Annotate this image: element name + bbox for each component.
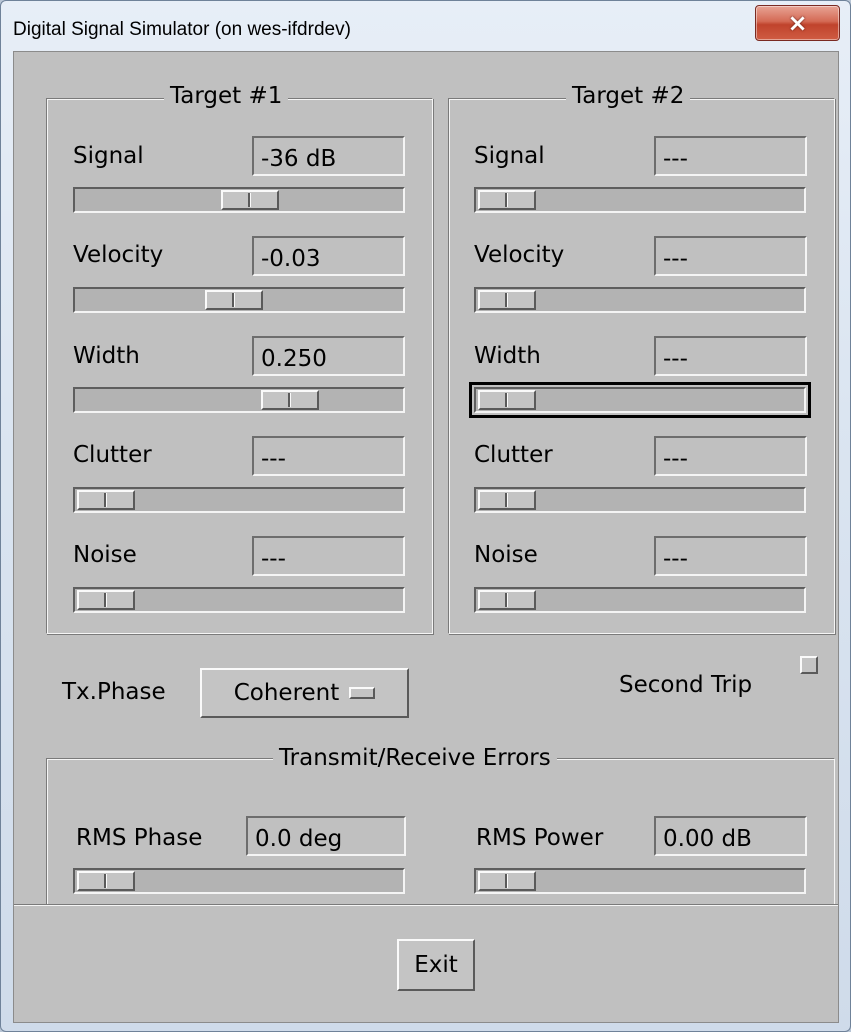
target2-width-label: Width [474,343,541,369]
target1-signal-field[interactable]: -36 dB [252,136,405,176]
second-trip-label: Second Trip [619,672,753,698]
slider-thumb[interactable] [77,490,135,510]
target2-clutter-label: Clutter [474,442,553,468]
slider-thumb[interactable] [205,290,263,310]
target1-title: Target #1 [164,83,289,109]
target1-width-field[interactable]: 0.250 [252,336,405,376]
target1-signal-label: Signal [73,143,144,169]
errors-title: Transmit/Receive Errors [273,745,557,771]
slider-thumb[interactable] [478,190,536,210]
target1-width-slider[interactable] [73,387,405,413]
slider-thumb[interactable] [261,390,319,410]
target2-clutter-field[interactable]: --- [654,436,807,476]
option-menu-indicator-icon [349,687,376,699]
window-title: Digital Signal Simulator (on wes-ifdrdev… [13,19,351,40]
rms-phase-label: RMS Phase [76,825,203,851]
target1-width-label: Width [73,343,140,369]
second-trip-checkbox[interactable] [800,656,818,674]
close-icon: × [787,9,808,37]
target2-width-slider[interactable] [469,382,811,418]
exit-button[interactable]: Exit [397,939,475,991]
target2-noise-label: Noise [474,542,538,568]
tx-phase-option-menu[interactable]: Coherent [200,668,409,718]
target1-noise-slider[interactable] [73,587,405,613]
close-button[interactable]: × [755,5,840,41]
target2-width-field[interactable]: --- [654,336,807,376]
bottom-separator [14,904,838,906]
slider-thumb[interactable] [478,590,536,610]
slider-thumb[interactable] [478,390,536,410]
target2-signal-label: Signal [474,143,545,169]
slider-thumb[interactable] [77,871,135,891]
target2-noise-field[interactable]: --- [654,536,807,576]
target1-velocity-slider[interactable] [73,287,405,313]
target2-title: Target #2 [566,83,691,109]
target2-velocity-slider[interactable] [474,287,806,313]
target1-noise-field[interactable]: --- [252,536,405,576]
target2-clutter-slider[interactable] [474,487,806,513]
target2-signal-field[interactable]: --- [654,136,807,176]
target1-clutter-label: Clutter [73,442,152,468]
target2-velocity-field[interactable]: --- [654,236,807,276]
target1-noise-label: Noise [73,542,137,568]
rms-power-field[interactable]: 0.00 dB [654,816,807,856]
rms-phase-field[interactable]: 0.0 deg [246,816,406,856]
target2-noise-slider[interactable] [474,587,806,613]
client-area: Target #1 Signal -36 dB Velocity -0.03 W… [13,51,839,1023]
target1-velocity-label: Velocity [73,242,164,268]
rms-phase-slider[interactable] [73,868,405,894]
slider-thumb[interactable] [478,871,536,891]
tx-phase-selected: Coherent [233,680,340,706]
target1-velocity-field[interactable]: -0.03 [252,236,405,276]
target1-signal-slider[interactable] [73,187,405,213]
rms-power-label: RMS Power [476,825,604,851]
slider-thumb[interactable] [478,290,536,310]
tx-phase-label: Tx.Phase [62,679,166,705]
target2-velocity-label: Velocity [474,242,565,268]
app-window: Digital Signal Simulator (on wes-ifdrdev… [0,0,851,1032]
target1-clutter-field[interactable]: --- [252,436,405,476]
slider-thumb[interactable] [221,190,279,210]
target1-clutter-slider[interactable] [73,487,405,513]
rms-power-slider[interactable] [474,868,806,894]
slider-thumb[interactable] [77,590,135,610]
target2-signal-slider[interactable] [474,187,806,213]
slider-thumb[interactable] [478,490,536,510]
